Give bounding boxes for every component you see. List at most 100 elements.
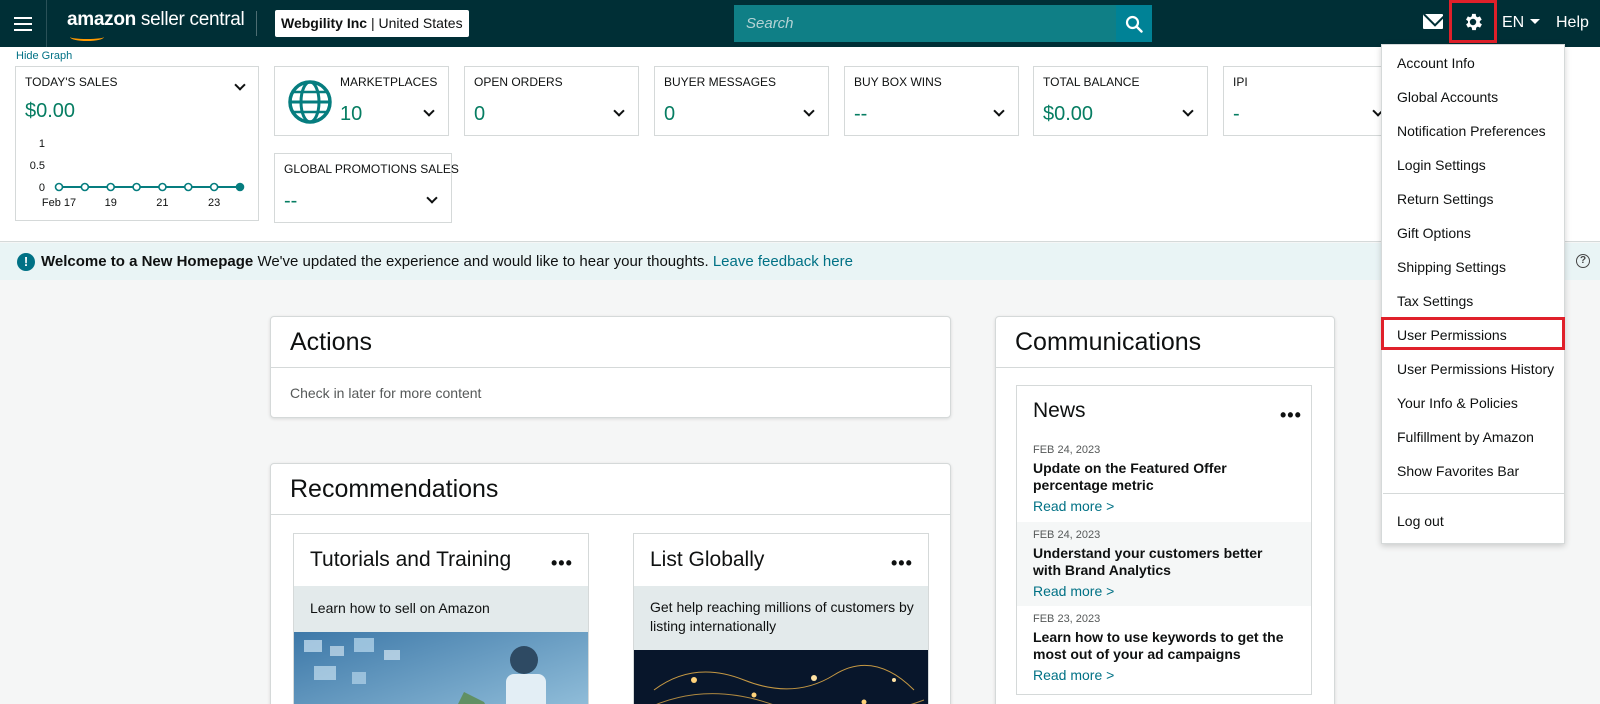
data-point (235, 182, 245, 192)
actions-empty-text: Check in later for more content (290, 385, 482, 401)
search-button[interactable] (1116, 5, 1152, 42)
buyer-messages-title: BUYER MESSAGES (664, 75, 777, 89)
language-selector[interactable]: EN (1502, 14, 1541, 32)
todays-sales-title: TODAY'S SALES (25, 75, 118, 89)
buy-box-wins-value: -- (854, 103, 868, 125)
search-icon (1125, 15, 1143, 33)
marketplaces-card[interactable]: MARKETPLACES 10 (274, 66, 449, 136)
buy-box-wins-card[interactable]: BUY BOX WINS -- (844, 66, 1019, 136)
banner-body: We've updated the experience and would l… (253, 253, 713, 270)
data-point (106, 182, 116, 192)
menu-item-show-favorites-bar[interactable]: Show Favorites Bar (1397, 463, 1519, 479)
banner-title: Welcome to a New Homepage (41, 253, 254, 270)
chevron-down-icon[interactable] (613, 105, 625, 117)
menu-item-log-out[interactable]: Log out (1397, 513, 1444, 529)
tutorials-card[interactable]: Tutorials and Training ••• Learn how to … (293, 533, 589, 704)
menu-item-fulfillment-by-amazon[interactable]: Fulfillment by Amazon (1397, 429, 1534, 445)
actions-panel: Actions Check in later for more content (270, 316, 951, 418)
news-card: News ••• FEB 24, 2023 Update on the Feat… (1016, 385, 1312, 695)
language-label: EN (1502, 14, 1525, 31)
data-point (158, 182, 167, 192)
brand-bold: amazon (67, 9, 136, 30)
chevron-down-icon[interactable] (993, 105, 1005, 117)
buyer-messages-card[interactable]: BUYER MESSAGES 0 (654, 66, 829, 136)
news-headline[interactable]: Learn how to use keywords to get the mos… (1033, 629, 1293, 663)
settings-button[interactable] (1449, 0, 1497, 43)
news-headline[interactable]: Update on the Featured Offer percentage … (1033, 460, 1293, 494)
x-tick-label: Feb 17 (42, 197, 76, 209)
read-more-link[interactable]: Read more > (1033, 498, 1114, 514)
news-item: FEB 23, 2023 Learn how to use keywords t… (1017, 606, 1311, 690)
y-tick-label: 0 (39, 182, 45, 194)
ipi-card[interactable]: IPI - (1223, 66, 1398, 136)
menu-item-shipping-settings[interactable]: Shipping Settings (1397, 259, 1506, 275)
metrics-area: Hide Graph TODAY'S SALES $0.00 1 0.5 0 Feb … (0, 47, 1600, 242)
menu-item-global-accounts[interactable]: Global Accounts (1397, 89, 1498, 105)
chevron-down-icon[interactable] (423, 105, 435, 117)
global-promotions-title: GLOBAL PROMOTIONS SALES (284, 162, 459, 176)
open-orders-card[interactable]: OPEN ORDERS 0 (464, 66, 639, 136)
chevron-down-icon[interactable] (234, 79, 246, 91)
menu-hamburger-icon[interactable] (0, 0, 47, 47)
account-separator: | (367, 15, 379, 31)
menu-item-user-permissions-history[interactable]: User Permissions History (1397, 361, 1554, 377)
todays-sales-card[interactable]: TODAY'S SALES $0.00 1 0.5 0 Feb 17 19 21 23 (15, 66, 259, 221)
data-point (54, 182, 64, 192)
menu-item-gift-options[interactable]: Gift Options (1397, 225, 1471, 241)
mail-icon[interactable] (1423, 14, 1443, 29)
total-balance-title: TOTAL BALANCE (1043, 75, 1140, 89)
hide-graph-link[interactable]: Hide Graph (16, 50, 72, 62)
caret-down-icon (1530, 19, 1541, 24)
search-bar (734, 5, 1152, 42)
tutorials-desc-band: Learn how to sell on Amazon (294, 586, 588, 632)
amazon-smile-icon (70, 33, 104, 41)
chevron-down-icon[interactable] (426, 192, 438, 204)
chevron-down-icon[interactable] (803, 105, 815, 117)
divider (271, 367, 950, 368)
help-link[interactable]: Help (1556, 14, 1589, 32)
divider (271, 514, 950, 515)
list-globally-title: List Globally (650, 548, 765, 571)
menu-item-account-info[interactable]: Account Info (1397, 55, 1475, 71)
x-tick-label: 23 (208, 197, 220, 209)
read-more-link[interactable]: Read more > (1033, 583, 1114, 599)
menu-item-tax-settings[interactable]: Tax Settings (1397, 293, 1473, 309)
amazon-seller-central-logo[interactable]: amazon seller central (67, 9, 245, 41)
info-alert-icon: ! (17, 253, 35, 271)
question-circle-icon[interactable]: ? (1576, 254, 1590, 268)
list-globally-desc-band: Get help reaching millions of customers … (634, 586, 928, 650)
account-switcher[interactable]: Webgility Inc | United States (275, 10, 469, 37)
divider (996, 367, 1334, 368)
list-globally-card[interactable]: List Globally ••• Get help reaching mill… (633, 533, 929, 704)
data-point (132, 182, 141, 192)
menu-item-your-info-policies[interactable]: Your Info & Policies (1397, 395, 1518, 411)
total-balance-card[interactable]: TOTAL BALANCE $0.00 (1033, 66, 1208, 136)
news-headline[interactable]: Understand your customers better with Br… (1033, 545, 1293, 579)
y-tick-label: 0.5 (30, 160, 45, 172)
more-options-icon[interactable]: ••• (891, 554, 913, 572)
menu-item-login-settings[interactable]: Login Settings (1397, 157, 1486, 173)
chevron-down-icon[interactable] (1182, 105, 1194, 117)
read-more-link[interactable]: Read more > (1033, 667, 1114, 683)
search-input[interactable] (734, 5, 1116, 42)
open-orders-title: OPEN ORDERS (474, 75, 563, 89)
leave-feedback-link[interactable]: Leave feedback here (713, 253, 853, 270)
menu-item-return-settings[interactable]: Return Settings (1397, 191, 1494, 207)
globe-icon (288, 80, 332, 124)
news-item: FEB 24, 2023 Understand your customers b… (1017, 522, 1311, 606)
buy-box-wins-title: BUY BOX WINS (854, 75, 942, 89)
ipi-title: IPI (1233, 75, 1248, 89)
marketplaces-title: MARKETPLACES (340, 75, 438, 89)
todays-sales-value: $0.00 (25, 100, 76, 122)
settings-dropdown-menu: Account Info Global Accounts Notificatio… (1381, 44, 1565, 544)
more-options-icon[interactable]: ••• (551, 554, 573, 572)
recommendations-panel: Recommendations Tutorials and Training •… (270, 463, 951, 704)
data-point (209, 182, 219, 192)
menu-divider (1383, 493, 1565, 494)
buyer-messages-value: 0 (664, 103, 676, 125)
menu-item-notification-preferences[interactable]: Notification Preferences (1397, 123, 1546, 139)
more-options-icon[interactable]: ••• (1280, 406, 1302, 424)
global-promotions-card[interactable]: GLOBAL PROMOTIONS SALES -- (274, 153, 459, 223)
brand-light: seller central (135, 9, 245, 30)
user-permissions-highlight (1381, 317, 1565, 350)
